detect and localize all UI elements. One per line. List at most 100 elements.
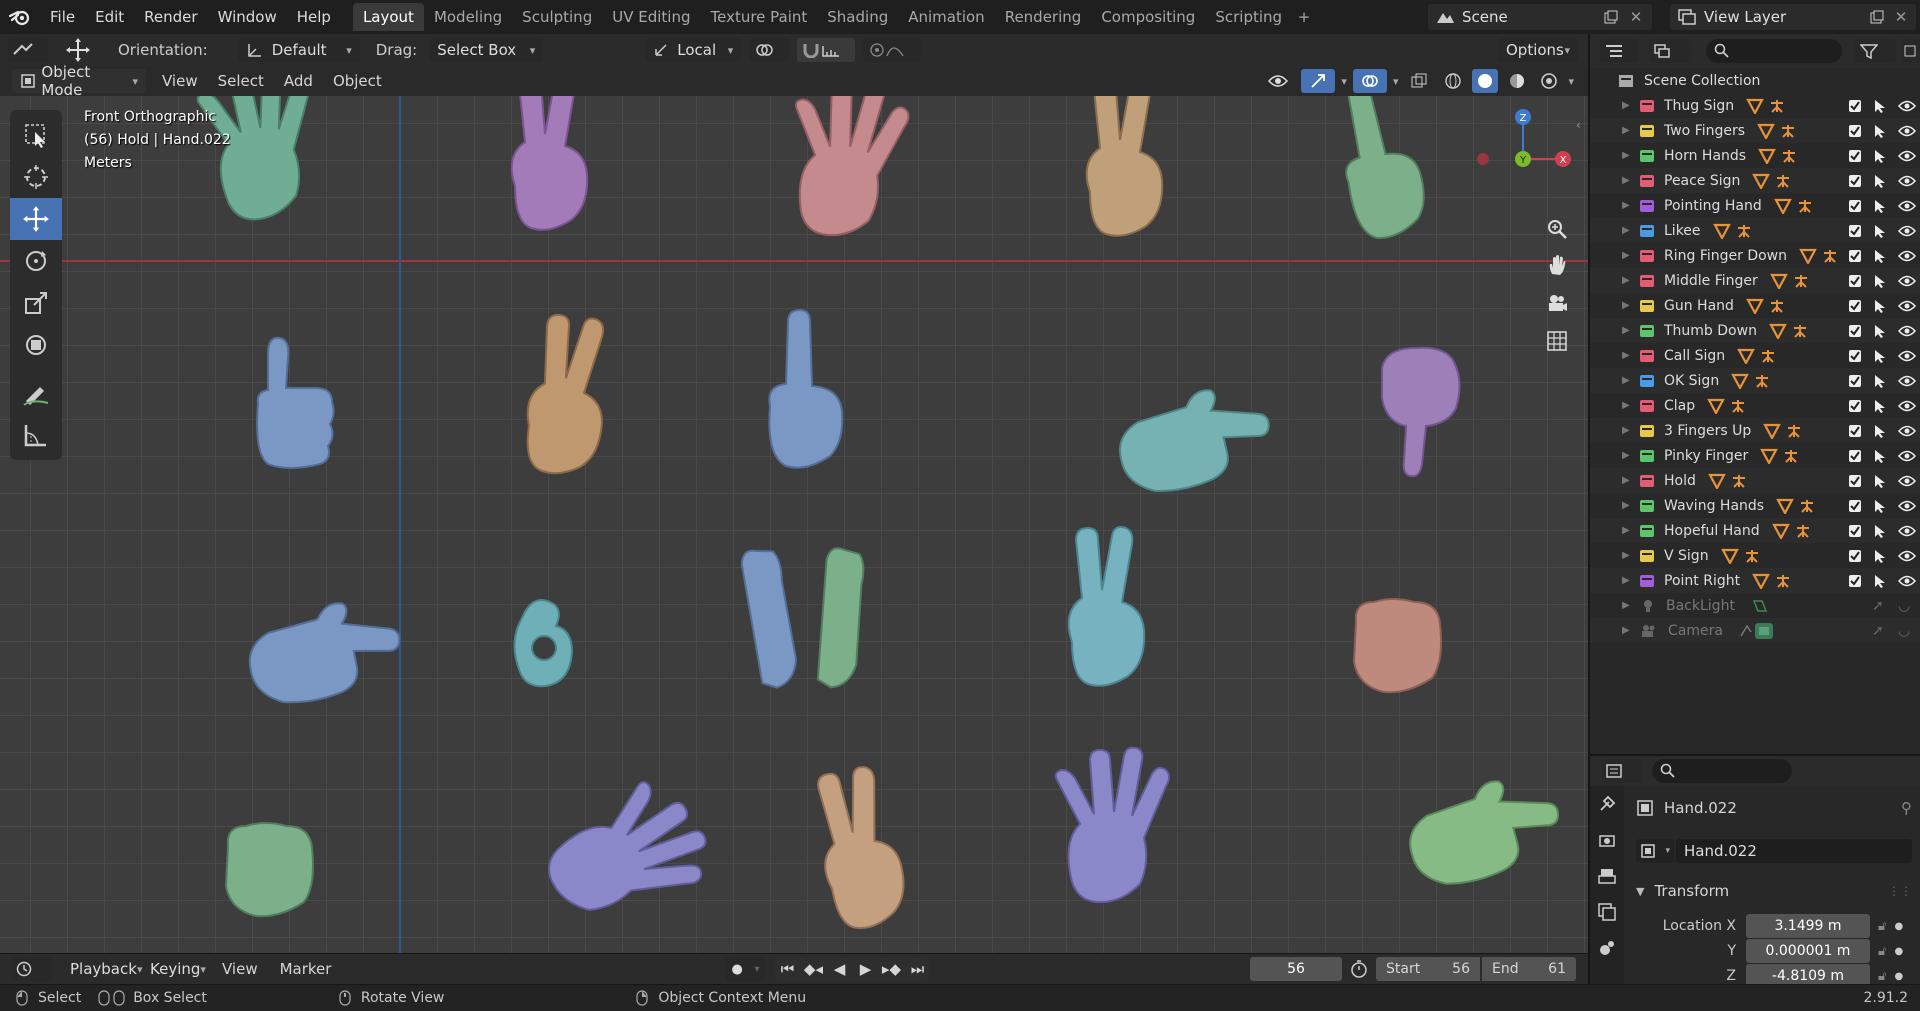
tab-animation[interactable]: Animation: [898, 3, 994, 31]
outliner-row-two-fingers[interactable]: ▶ Two Fingers: [1590, 118, 1920, 143]
move-icon[interactable]: [10, 198, 62, 240]
checkbox-icon[interactable]: [1848, 424, 1862, 438]
menu-select[interactable]: Select: [218, 72, 264, 90]
hand-horn-hands[interactable]: [781, 96, 913, 244]
eye-icon[interactable]: [1898, 124, 1916, 138]
hand-3-fingers-up[interactable]: [1067, 526, 1146, 687]
hand-gun-hand[interactable]: [1113, 383, 1276, 497]
eye-icon[interactable]: [1898, 299, 1916, 313]
keyframe-dot-icon[interactable]: ●: [1894, 971, 1903, 982]
expand-arrow-icon[interactable]: ▶: [1622, 275, 1636, 286]
eye-icon[interactable]: [1898, 574, 1916, 588]
eye-icon[interactable]: [1898, 149, 1916, 163]
expand-arrow-icon[interactable]: ▶: [1622, 600, 1636, 611]
orientation-dropdown[interactable]: Default ▾: [237, 38, 360, 62]
location-y-field[interactable]: 0.000001 m: [1746, 939, 1870, 963]
hand-waving-hands[interactable]: [530, 767, 723, 946]
select-arrow-icon[interactable]: [1872, 423, 1888, 439]
checkbox-icon[interactable]: [1848, 299, 1862, 313]
transform-space-dropdown[interactable]: Local ▾: [645, 38, 742, 62]
hand-two-fingers[interactable]: [510, 96, 589, 231]
menu-window[interactable]: Window: [208, 0, 287, 34]
view-layer-tab-icon[interactable]: [1590, 894, 1624, 930]
outliner-row-3-fingers-up[interactable]: ▶ 3 Fingers Up: [1590, 418, 1920, 443]
hand-middle-finger[interactable]: [768, 309, 844, 469]
display-mode-dropdown[interactable]: [1648, 39, 1692, 63]
eye-icon[interactable]: [1898, 99, 1916, 113]
outliner-row-point-right[interactable]: ▶ Point Right: [1590, 568, 1920, 593]
pan-hand-icon[interactable]: [1540, 248, 1574, 282]
wireframe-shading-icon[interactable]: [1440, 72, 1466, 90]
outliner-row-clap[interactable]: ▶ Clap: [1590, 393, 1920, 418]
drag-dropdown[interactable]: Select Box ▾: [429, 38, 544, 62]
select-arrow-icon[interactable]: [1872, 98, 1888, 114]
3d-viewport[interactable]: Z X Y: [0, 96, 1588, 953]
jump-start-icon[interactable]: ⏮︎: [775, 957, 799, 981]
hand-ok-sign[interactable]: [513, 599, 574, 688]
properties-editor-type[interactable]: [1602, 759, 1642, 783]
rotate-icon[interactable]: [10, 240, 62, 282]
select-arrow-icon[interactable]: ➚: [1872, 623, 1888, 639]
menu-object[interactable]: Object: [333, 72, 382, 90]
checkbox-icon[interactable]: [1848, 149, 1862, 163]
eye-closed-icon[interactable]: ◡: [1898, 623, 1916, 639]
keyframe-dot-icon[interactable]: ●: [1894, 946, 1903, 957]
select-arrow-icon[interactable]: [1872, 573, 1888, 589]
outliner-row-call-sign[interactable]: ▶ Call Sign: [1590, 343, 1920, 368]
expand-arrow-icon[interactable]: ▶: [1622, 325, 1636, 336]
next-keyframe-icon[interactable]: ▸◆: [879, 957, 903, 981]
expand-arrow-icon[interactable]: ▶: [1622, 575, 1636, 586]
eye-icon[interactable]: [1898, 174, 1916, 188]
hand-v-sign[interactable]: [1054, 746, 1170, 904]
timeline-editor-type[interactable]: [12, 957, 52, 981]
tab-compositing[interactable]: Compositing: [1091, 3, 1205, 31]
proportional-edit-controls[interactable]: [863, 38, 922, 62]
keying-menu[interactable]: Keying ▾: [142, 957, 210, 981]
prev-keyframe-icon[interactable]: ◆◂: [801, 957, 825, 981]
outliner-row-camera[interactable]: ▶ Camera ➚ ◡: [1590, 618, 1920, 643]
outliner-editor-type[interactable]: [1600, 39, 1639, 63]
eye-icon[interactable]: [1898, 324, 1916, 338]
tab-rendering[interactable]: Rendering: [995, 3, 1092, 31]
lock-icon[interactable]: 🔓︎: [1878, 919, 1886, 934]
eye-icon[interactable]: [1898, 274, 1916, 288]
outliner-row-pinky-finger[interactable]: ▶ Pinky Finger: [1590, 443, 1920, 468]
checkbox-icon[interactable]: [1848, 524, 1862, 538]
pivot-dropdown[interactable]: [749, 38, 790, 62]
add-workspace-button[interactable]: +: [1292, 3, 1316, 31]
playback-menu[interactable]: Playback ▾: [62, 957, 142, 981]
menu-view[interactable]: View: [162, 72, 198, 90]
solid-shading-icon[interactable]: [1472, 69, 1499, 93]
move-tool-icon[interactable]: [58, 36, 98, 64]
tab-shading[interactable]: Shading: [817, 3, 898, 31]
timeline-marker-menu[interactable]: Marker: [280, 960, 332, 978]
select-arrow-icon[interactable]: [1872, 323, 1888, 339]
eye-icon[interactable]: [1898, 499, 1916, 513]
eye-icon[interactable]: [1898, 349, 1916, 363]
options-dropdown[interactable]: Options ▾: [1498, 38, 1578, 62]
tab-sculpting[interactable]: Sculpting: [512, 3, 602, 31]
select-arrow-icon[interactable]: [1872, 448, 1888, 464]
eye-icon[interactable]: [1898, 474, 1916, 488]
outliner-row-v-sign[interactable]: ▶ V Sign: [1590, 543, 1920, 568]
eye-icon[interactable]: [1898, 524, 1916, 538]
navigation-gizmo[interactable]: Z X Y: [1470, 96, 1580, 186]
eye-icon[interactable]: [1898, 424, 1916, 438]
lock-icon[interactable]: 🔓︎: [1878, 969, 1886, 984]
checkbox-icon[interactable]: [1848, 274, 1862, 288]
tab-modeling[interactable]: Modeling: [424, 3, 512, 31]
filter-dropdown[interactable]: [1853, 39, 1897, 63]
checkbox-icon[interactable]: [1848, 174, 1862, 188]
checkbox-icon[interactable]: [1848, 224, 1862, 238]
expand-arrow-icon[interactable]: ▶: [1622, 150, 1636, 161]
scene-selector[interactable]: Scene ✕: [1428, 4, 1652, 30]
expand-arrow-icon[interactable]: ▶: [1622, 525, 1636, 536]
expand-arrow-icon[interactable]: ▶: [1622, 100, 1636, 111]
select-arrow-icon[interactable]: [1872, 223, 1888, 239]
auto-keying-toggle[interactable]: ● ▾: [725, 957, 766, 981]
outliner-row-peace-sign[interactable]: ▶ Peace Sign: [1590, 168, 1920, 193]
outliner-row-hold[interactable]: ▶ Hold: [1590, 468, 1920, 493]
menu-file[interactable]: File: [40, 0, 85, 34]
hand-hopeful-hand[interactable]: [807, 762, 912, 934]
hand-hold[interactable]: [225, 822, 314, 918]
